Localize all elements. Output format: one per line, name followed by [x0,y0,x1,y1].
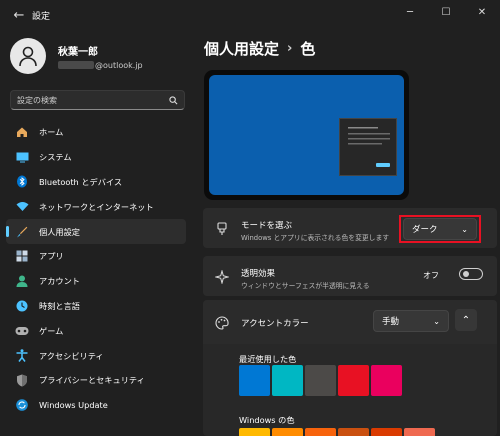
profile[interactable]: 秋葉一郎 @outlook.jp [10,38,143,74]
chevron-down-icon: ⌄ [433,316,440,326]
mode-subtitle: Windows とアプリに表示される色を変更します [241,234,390,242]
home-icon [15,125,29,139]
accessibility-icon [15,349,29,363]
sidebar-item-personalization[interactable]: 個人用設定 [6,219,186,244]
profile-email: @outlook.jp [58,61,143,70]
privacy-shield-icon [15,373,29,387]
color-swatch[interactable] [272,428,303,436]
personalization-icon [15,225,29,239]
chevron-down-icon: ⌄ [461,224,468,234]
windows-colors [239,428,435,436]
mode-dropdown[interactable]: ダーク ⌄ [403,218,477,240]
color-swatch[interactable] [371,428,402,436]
transparency-card: 透明効果 ウィンドウとサーフェスが半透明に見える オフ [203,256,497,296]
page-title: 個人用設定 › 色 [204,38,315,59]
network-icon [15,200,29,214]
mode-card: モードを選ぶ Windows とアプリに表示される色を変更します ダーク ⌄ [203,208,497,248]
breadcrumb-current: 色 [300,40,316,58]
close-icon[interactable]: ✕ [464,0,500,24]
color-swatch[interactable] [239,428,270,436]
breadcrumb-parent[interactable]: 個人用設定 [204,38,279,59]
account-icon [15,274,29,288]
profile-name: 秋葉一郎 [58,46,98,58]
color-swatch[interactable] [305,428,336,436]
sidebar-item-apps[interactable]: アプリ [6,244,186,269]
sidebar: 秋葉一郎 @outlook.jp 設定の検索 ホーム システム Bluetoot… [0,30,196,436]
sidebar-item-gaming[interactable]: ゲーム [6,318,186,343]
brush-icon [215,221,229,235]
window-controls: ─ ☐ ✕ [392,0,500,24]
accent-card: アクセントカラー 手動 ⌄ ⌃ 最近使用した色 Windows の色 [203,300,497,436]
palette-icon [215,315,229,330]
accent-dropdown[interactable]: 手動 ⌄ [373,310,449,332]
bluetooth-icon [15,175,29,189]
transparency-toggle[interactable] [459,268,483,280]
collapse-button[interactable]: ⌃ [455,309,477,331]
windows-colors-label: Windows の色 [239,415,295,425]
sidebar-item-time-language[interactable]: 時刻と言語 [6,294,186,319]
gaming-icon [15,324,29,338]
color-swatch[interactable] [338,365,369,396]
accent-title: アクセントカラー [241,319,309,329]
color-swatch[interactable] [371,365,402,396]
sidebar-item-home[interactable]: ホーム [6,120,186,145]
avatar [10,38,46,74]
sidebar-item-privacy[interactable]: プライバシーとセキュリティ [6,368,186,393]
sidebar-item-bluetooth[interactable]: Bluetooth とデバイス [6,170,186,195]
sidebar-item-windows-update[interactable]: Windows Update [6,393,186,418]
apps-icon [15,249,29,263]
system-icon [15,150,29,164]
search-input[interactable]: 設定の検索 [10,90,185,110]
search-icon[interactable] [169,95,178,105]
recent-colors [239,365,402,396]
preview-window [339,118,397,176]
transparency-title: 透明効果 [241,269,276,279]
sidebar-item-accessibility[interactable]: アクセシビリティ [6,343,186,368]
mode-value: ダーク [412,225,438,235]
recent-colors-label: 最近使用した色 [239,354,297,364]
accent-header[interactable]: アクセントカラー 手動 ⌄ ⌃ [203,300,497,344]
maximize-icon[interactable]: ☐ [428,0,464,24]
mode-title: モードを選ぶ [241,221,293,231]
app-title: 設定 [32,11,51,22]
color-swatch[interactable] [272,365,303,396]
color-swatch[interactable] [404,428,435,436]
title-bar: ← 設定 ─ ☐ ✕ [0,0,500,30]
color-swatch[interactable] [305,365,336,396]
minimize-icon[interactable]: ─ [392,0,428,24]
sidebar-item-accounts[interactable]: アカウント [6,269,186,294]
sidebar-item-network[interactable]: ネットワークとインターネット [6,194,186,219]
theme-preview [204,70,409,200]
transparency-subtitle: ウィンドウとサーフェスが半透明に見える [241,282,370,290]
color-swatch[interactable] [239,365,270,396]
chevron-up-icon: ⌃ [461,314,471,326]
profile-email-domain: @outlook.jp [95,60,143,70]
back-arrow-icon[interactable]: ← [6,8,32,23]
accent-value: 手動 [382,317,400,327]
breadcrumb-separator: › [287,41,293,56]
sidebar-item-system[interactable]: システム [6,145,186,170]
sidebar-nav: ホーム システム Bluetooth とデバイス ネットワークとインターネット … [6,120,186,418]
transparency-icon [214,269,230,285]
windows-update-icon [15,398,29,412]
user-icon [19,46,37,67]
time-language-icon [15,299,29,313]
color-swatch[interactable] [338,428,369,436]
search-placeholder: 設定の検索 [17,95,57,105]
email-redacted [58,61,94,69]
transparency-state: オフ [423,271,439,280]
main-content: 個人用設定 › 色 モードを選ぶ Windows とアプリに表示される色を変更し… [196,30,500,436]
